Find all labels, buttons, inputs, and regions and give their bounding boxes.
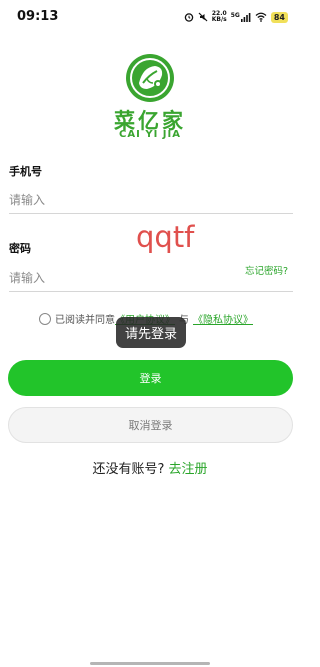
agreement-prefix: 已阅读并同意: [55, 315, 115, 326]
status-icons: 22.0 KB/s 5G 84: [184, 11, 288, 23]
network-speed-unit: KB/s: [211, 16, 227, 23]
signal-indicator: 5G: [230, 11, 251, 22]
phone-input[interactable]: [9, 186, 293, 214]
phone-label: 手机号: [9, 165, 42, 178]
watermark-text: qqtf: [136, 220, 195, 254]
signal-icon: [240, 12, 251, 22]
brand-name-en: CAI YI JIA: [119, 129, 181, 140]
brand-logo-icon: [126, 54, 174, 102]
password-label: 密码: [9, 242, 31, 255]
agreement-checkbox[interactable]: [39, 312, 51, 325]
battery-icon: 84: [270, 11, 288, 23]
login-button[interactable]: 登录: [8, 360, 293, 396]
register-link[interactable]: 去注册: [169, 462, 208, 477]
cancel-login-button[interactable]: 取消登录: [8, 407, 293, 443]
home-indicator[interactable]: [90, 662, 210, 665]
wifi-icon: [255, 12, 267, 22]
mute-icon: [198, 12, 208, 22]
register-prompt: 还没有账号?: [92, 462, 165, 477]
network-speed: 22.0 KB/s: [212, 11, 227, 23]
alarm-icon: [184, 13, 193, 22]
register-row: 还没有账号? 去注册: [0, 458, 300, 477]
privacy-policy-link[interactable]: 《隐私协议》: [193, 311, 253, 326]
toast-message: 请先登录: [116, 317, 187, 348]
network-gen-label: 5G: [230, 11, 240, 19]
status-time: 09:13: [17, 9, 59, 24]
forgot-password-link[interactable]: 忘记密码?: [245, 263, 288, 277]
